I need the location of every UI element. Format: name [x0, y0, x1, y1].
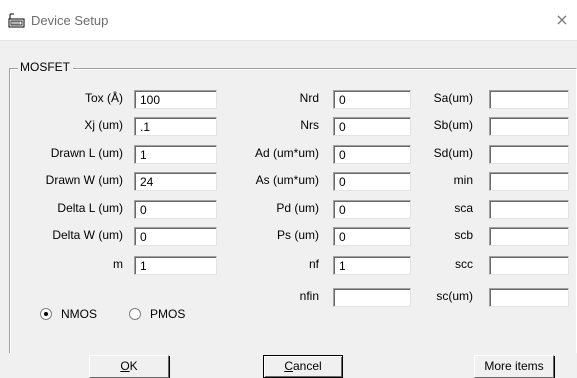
delta-l-field[interactable]: 0: [134, 200, 217, 219]
pd-field[interactable]: 0: [333, 200, 411, 219]
drawn-l-label: Drawn L (um): [50, 146, 123, 160]
nmos-radio-circle[interactable]: [40, 308, 52, 320]
xj-label: Xj (um): [84, 118, 123, 132]
cancel-mnemonic: C: [284, 359, 293, 373]
window-title: Device Setup: [31, 13, 109, 28]
min-field[interactable]: [489, 172, 569, 191]
radio-selected-dot: [44, 312, 48, 316]
pmos-label[interactable]: PMOS: [150, 307, 185, 321]
ok-mnemonic: O: [120, 359, 130, 373]
pd-label: Pd (um): [276, 201, 319, 215]
m-label: m: [113, 257, 123, 271]
title-bar: Device Setup ×: [0, 0, 577, 40]
sa-field[interactable]: [489, 90, 569, 109]
nfin-field[interactable]: [333, 288, 411, 307]
sc-label: sc(um): [436, 289, 473, 303]
sd-field[interactable]: [489, 145, 569, 164]
scb-label: scb: [454, 228, 473, 242]
scc-field[interactable]: [489, 256, 569, 275]
delta-l-label: Delta L (um): [57, 201, 123, 215]
xj-field[interactable]: .1: [134, 117, 217, 136]
nfin-label: nfin: [299, 289, 319, 303]
sa-label: Sa(um): [433, 91, 473, 105]
device-setup-icon: [8, 13, 25, 28]
nrd-field[interactable]: 0: [333, 90, 411, 109]
min-label: min: [453, 173, 473, 187]
sd-label: Sd(um): [433, 146, 473, 160]
drawn-w-field[interactable]: 24: [134, 172, 217, 191]
tox-field[interactable]: 100: [134, 90, 217, 109]
title-divider: [0, 40, 577, 41]
nrs-label: Nrs: [300, 118, 319, 132]
sb-label: Sb(um): [433, 118, 473, 132]
ps-field[interactable]: 0: [333, 227, 411, 246]
nf-field[interactable]: 1: [333, 256, 411, 275]
delta-w-label: Delta W (um): [52, 228, 123, 242]
mosfet-group-label: MOSFET: [18, 60, 73, 74]
cancel-label-rest: ancel: [292, 359, 322, 373]
scb-field[interactable]: [489, 227, 569, 246]
pmos-radio-circle[interactable]: [129, 308, 141, 320]
scc-label: scc: [455, 257, 473, 271]
ad-field[interactable]: 0: [333, 145, 411, 164]
nf-label: nf: [308, 257, 319, 271]
sc-field[interactable]: [489, 288, 569, 307]
sca-field[interactable]: [489, 200, 569, 219]
tox-label: Tox (Å): [84, 91, 123, 105]
cancel-button[interactable]: Cancel: [263, 355, 343, 378]
nrd-label: Nrd: [299, 91, 319, 105]
as-field[interactable]: 0: [333, 172, 411, 191]
more-items-button[interactable]: More items: [474, 355, 554, 378]
m-field[interactable]: 1: [134, 256, 217, 275]
ok-button[interactable]: OK: [89, 355, 169, 378]
drawn-l-field[interactable]: 1: [134, 145, 217, 164]
ad-label: Ad (um*um): [254, 146, 319, 160]
nmos-label[interactable]: NMOS: [61, 307, 97, 321]
drawn-w-label: Drawn W (um): [45, 173, 123, 187]
as-label: As (um*um): [255, 173, 319, 187]
nrs-field[interactable]: 0: [333, 117, 411, 136]
delta-w-field[interactable]: 0: [134, 227, 217, 246]
sb-field[interactable]: [489, 117, 569, 136]
close-icon: ×: [555, 10, 569, 29]
sca-label: sca: [454, 201, 473, 215]
ok-label-rest: K: [129, 359, 138, 373]
ps-label: Ps (um): [277, 228, 319, 242]
close-button[interactable]: ×: [552, 10, 572, 30]
